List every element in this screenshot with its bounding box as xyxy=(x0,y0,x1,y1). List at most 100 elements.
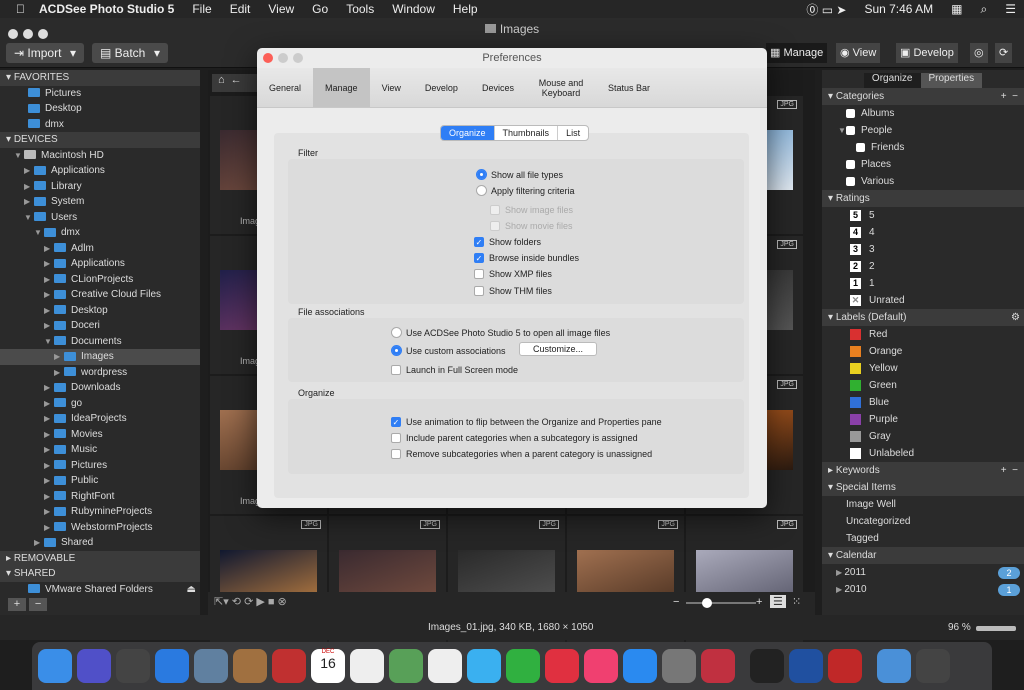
special-item[interactable]: Uncategorized xyxy=(822,513,1024,530)
disclosure-icon[interactable]: ▶ xyxy=(44,380,54,396)
disclosure-icon[interactable]: ▶ xyxy=(44,489,54,505)
label-item[interactable]: Gray xyxy=(822,428,1024,445)
browser-tool-icons[interactable]: ⇱▾ ⟲ ⟳ ▶ ■ ⊗ xyxy=(214,595,287,608)
dock-app-icon[interactable] xyxy=(623,649,657,683)
view-mode-button[interactable]: ◉ View xyxy=(836,43,881,63)
devices-header[interactable]: ▾ DEVICES xyxy=(0,132,200,148)
clock[interactable]: Sun 7:46 AM xyxy=(864,2,933,16)
dock-app-icon[interactable] xyxy=(389,649,423,683)
disclosure-icon[interactable]: ▶ xyxy=(54,349,64,365)
subtab-list[interactable]: List xyxy=(558,126,588,140)
removable-header[interactable]: ▸ REMOVABLE xyxy=(0,550,200,566)
remove-button[interactable]: − xyxy=(29,598,48,611)
rating-item[interactable]: 33 xyxy=(822,241,1024,258)
disclosure-icon[interactable]: ▼ xyxy=(44,334,54,350)
disclosure-icon[interactable]: ▶ xyxy=(44,473,54,489)
special-item[interactable]: Tagged xyxy=(822,530,1024,547)
sidebar-item-folder[interactable]: ▶ go xyxy=(0,396,200,412)
disclosure-icon[interactable]: ▶ xyxy=(44,396,54,412)
use-custom-radio[interactable]: Use custom associations xyxy=(391,345,506,356)
disclosure-icon[interactable]: ▼ xyxy=(14,148,24,164)
sidebar-item-folder[interactable]: ▶ Downloads xyxy=(0,380,200,396)
dock-app-icon[interactable] xyxy=(506,649,540,683)
dock-app-icon[interactable] xyxy=(155,649,189,683)
disclosure-icon[interactable]: ▶ xyxy=(44,458,54,474)
sidebar-item-favorite[interactable]: Pictures xyxy=(0,86,200,102)
show-image-checkbox[interactable]: Show image files xyxy=(490,205,573,215)
dock-app-icon[interactable] xyxy=(584,649,618,683)
grid-view-icon[interactable]: ⁙ xyxy=(792,595,801,608)
tab-status-bar[interactable]: Status Bar xyxy=(596,68,662,107)
tab-mouse-keyboard[interactable]: Mouse and Keyboard xyxy=(526,68,596,107)
sidebar-item-folder[interactable]: ▶ System xyxy=(0,194,200,210)
disclosure-icon[interactable]: ▶ xyxy=(44,241,54,257)
show-thm-checkbox[interactable]: Show THM files xyxy=(474,286,552,296)
label-item[interactable]: Yellow xyxy=(822,360,1024,377)
sidebar-item-folder[interactable]: ▶ Adlm xyxy=(0,241,200,257)
menu-go[interactable]: Go xyxy=(312,2,328,16)
apple-icon[interactable]:  xyxy=(16,2,25,16)
sync-button[interactable]: ⟳ xyxy=(995,43,1013,63)
dock-app-icon[interactable] xyxy=(828,649,862,683)
sidebar-item-folder[interactable]: ▼ Users xyxy=(0,210,200,226)
disclosure-icon[interactable]: ▶ xyxy=(24,194,34,210)
sidebar-item-folder[interactable]: ▶ Doceri xyxy=(0,318,200,334)
disclosure-icon[interactable]: ▶ xyxy=(24,163,34,179)
import-button[interactable]: ⇥ Import ▾ xyxy=(6,43,84,63)
menu-window[interactable]: Window xyxy=(392,2,435,16)
category-item[interactable]: Friends xyxy=(822,139,1024,156)
sidebar-item-folder[interactable]: ▶ wordpress xyxy=(0,365,200,381)
thumbnail-size-slider[interactable] xyxy=(686,598,756,608)
animation-checkbox[interactable]: ✓ Use animation to flip between the Organ… xyxy=(391,417,662,427)
menu-app-name[interactable]: ACDSee Photo Studio 5 xyxy=(39,2,174,16)
search-icon[interactable]: ⌕ xyxy=(981,2,988,17)
calendar-header[interactable]: ▾ Calendar xyxy=(822,547,1024,564)
rating-item[interactable]: 11 xyxy=(822,275,1024,292)
checkbox[interactable] xyxy=(856,142,865,152)
sidebar-item-folder[interactable]: ▶ WebstormProjects xyxy=(0,520,200,536)
menu-tools[interactable]: Tools xyxy=(346,2,374,16)
categories-header[interactable]: ▾ Categories + − xyxy=(822,88,1024,105)
sidebar-item-favorite[interactable]: dmx xyxy=(0,117,200,133)
sidebar-item-folder[interactable]: ▶ Images xyxy=(0,349,200,365)
sidebar-item-folder[interactable]: ▶ CLionProjects xyxy=(0,272,200,288)
show-all-radio[interactable]: Show all file types xyxy=(476,169,563,180)
calendar-year[interactable]: ▶ 2011 2 xyxy=(822,564,1024,581)
menu-help[interactable]: Help xyxy=(453,2,478,16)
disclosure-icon[interactable]: ▶ xyxy=(44,504,54,520)
add-button[interactable]: + xyxy=(8,598,26,611)
dock-app-icon[interactable]: DEC 16 xyxy=(311,649,345,683)
checkbox[interactable] xyxy=(846,125,855,135)
category-item[interactable]: ▼ People xyxy=(822,122,1024,139)
dock-app-icon[interactable] xyxy=(38,649,72,683)
rating-item[interactable]: 44 xyxy=(822,224,1024,241)
label-item[interactable]: Unlabeled xyxy=(822,445,1024,462)
sidebar-item-folder[interactable]: ▶ Public xyxy=(0,473,200,489)
checkbox[interactable] xyxy=(846,159,855,169)
sidebar-item-folder[interactable]: ▶ RightFont xyxy=(0,489,200,505)
365-button[interactable]: ◎ xyxy=(970,43,988,63)
tab-general[interactable]: General xyxy=(257,68,313,107)
category-item[interactable]: Various xyxy=(822,173,1024,190)
dock-app-icon[interactable] xyxy=(701,649,735,683)
checkbox[interactable] xyxy=(846,176,855,186)
disclosure-icon[interactable]: ▶ xyxy=(44,442,54,458)
sidebar-item-vmware[interactable]: VMware Shared Folders ⏏ xyxy=(0,582,200,598)
sidebar-item-favorite[interactable]: Desktop xyxy=(0,101,200,117)
dock-app-icon[interactable] xyxy=(233,649,267,683)
zoom-bar[interactable] xyxy=(976,626,1016,631)
disclosure-icon[interactable]: ▶ xyxy=(44,427,54,443)
menu-file[interactable]: File xyxy=(192,2,211,16)
show-folders-checkbox[interactable]: ✓ Show folders xyxy=(474,237,541,247)
list-icon[interactable]: ☰ xyxy=(1005,2,1016,16)
label-item[interactable]: Green xyxy=(822,377,1024,394)
zoom-in-icon[interactable]: + xyxy=(756,596,762,608)
sidebar-item-folder[interactable]: ▼ Macintosh HD xyxy=(0,148,200,164)
develop-mode-button[interactable]: ▣ Develop xyxy=(896,43,958,63)
disclosure-icon[interactable]: ▶ xyxy=(34,535,44,551)
category-item[interactable]: Places xyxy=(822,156,1024,173)
list-view-icon[interactable]: ☰ xyxy=(770,595,786,608)
sidebar-item-folder[interactable]: ▶ Creative Cloud Files xyxy=(0,287,200,303)
special-item[interactable]: Image Well xyxy=(822,496,1024,513)
disclosure-icon[interactable]: ▶ xyxy=(54,365,64,381)
